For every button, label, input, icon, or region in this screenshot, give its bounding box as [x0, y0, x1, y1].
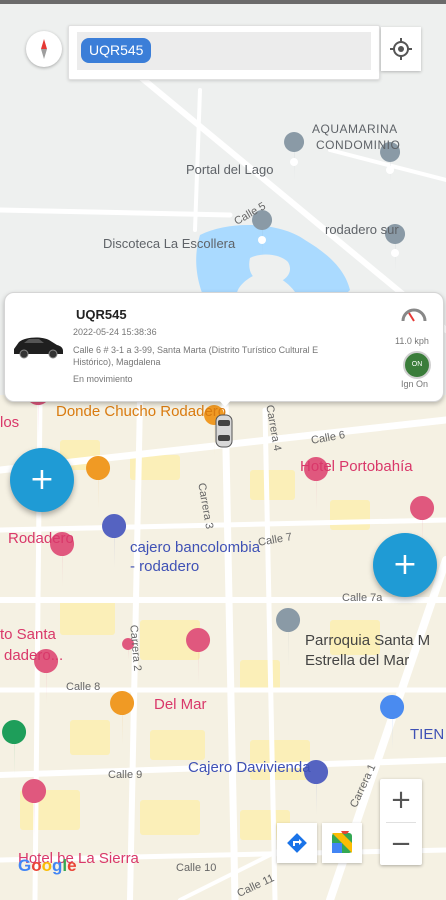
label-los: los [0, 414, 20, 431]
label-discoteca: Discoteca La Escollera [103, 236, 236, 251]
label-santa: to Santa [0, 626, 56, 643]
my-location-button[interactable] [381, 27, 421, 71]
label-calle-10: Calle 10 [176, 862, 217, 874]
search-bar[interactable]: UQR545 [68, 25, 380, 80]
compass-button[interactable] [26, 31, 62, 67]
google-maps-icon [332, 831, 352, 853]
vehicle-plate: UQR545 [76, 307, 127, 322]
label-parroquia-2: Estrella del Mar [305, 652, 410, 669]
google-logo: Google [18, 856, 77, 875]
vehicle-info-card[interactable]: UQR545 2022-05-24 15:38:36 Calle 6 # 3-1… [4, 292, 444, 402]
label-portal-del-lago: Portal del Lago [186, 162, 274, 177]
label-hotel-portobahia: Hotel Portobahía [300, 458, 413, 475]
label-cajero-bancolombia-2: - rodadero [130, 558, 200, 575]
label-calle-8: Calle 8 [66, 681, 101, 693]
vehicle-datetime: 2022-05-24 15:38:36 [73, 327, 157, 337]
label-cajero-bancolombia: cajero bancolombia [130, 539, 261, 556]
plate-chip[interactable]: UQR545 [81, 38, 152, 63]
zoom-in-button[interactable]: + [380, 779, 422, 821]
zoom-out-button[interactable]: − [380, 823, 422, 865]
label-condominio: CONDOMINIO [316, 138, 401, 152]
vehicle-ignition: Ign On [401, 379, 429, 389]
label-cajero-davivienda: Cajero Davivienda [188, 759, 311, 776]
label-tien: TIEN [410, 726, 445, 743]
vehicle-marker-icon[interactable] [213, 413, 235, 449]
car-icon [14, 337, 63, 359]
directions-button[interactable] [277, 823, 317, 863]
compass-icon [41, 39, 47, 59]
ignition-on-icon: ON [403, 351, 431, 379]
label-santa-2: dadero... [4, 647, 64, 664]
label-aquamarina: AQUAMARINA [312, 122, 398, 136]
open-in-maps-button[interactable] [322, 823, 362, 863]
search-input[interactable]: UQR545 [77, 32, 371, 70]
label-del-mar: Del Mar [154, 696, 207, 713]
zoom-controls: + − [380, 779, 422, 865]
speedometer-icon [401, 308, 427, 322]
label-rodadero-sur: rodadero sur [325, 222, 399, 237]
add-button-left[interactable]: + [10, 448, 74, 512]
vehicle-speed: 11.0 kph [395, 336, 429, 346]
label-calle-9: Calle 9 [108, 769, 143, 781]
my-location-icon [390, 38, 412, 60]
label-calle-7a: Calle 7a [342, 592, 383, 604]
label-rodadero: Rodadero [8, 530, 74, 547]
card-pointer [218, 399, 232, 407]
label-donde-chucho: Donde Chucho Rodadero [56, 403, 227, 420]
vehicle-address: Calle 6 # 3-1 a 3-99, Santa Marta (Distr… [73, 345, 319, 367]
status-bar [0, 0, 446, 4]
directions-icon [287, 833, 307, 853]
label-parroquia: Parroquia Santa M [305, 632, 431, 649]
add-button-right[interactable]: + [373, 533, 437, 597]
vehicle-status: En movimiento [73, 374, 133, 384]
